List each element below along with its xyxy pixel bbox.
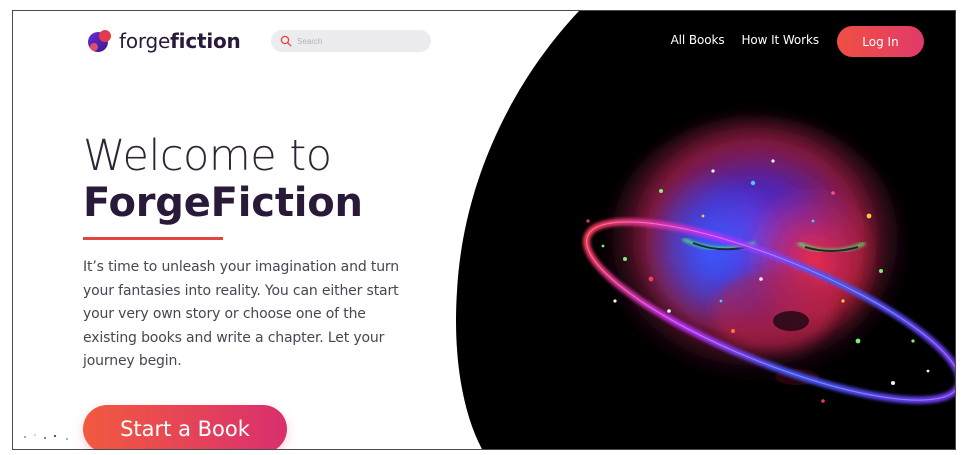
login-button[interactable]: Log In (837, 26, 924, 57)
hero-title-line1: Welcome to (83, 131, 332, 181)
brand-name-bold: fiction (170, 29, 241, 53)
hero-description: It’s time to unleash your imagination an… (83, 259, 400, 369)
decorative-dots (24, 434, 68, 440)
dark-backdrop (456, 11, 955, 449)
brand-logo[interactable]: forgefiction (85, 27, 241, 55)
hero-title-line2: ForgeFiction (83, 180, 363, 226)
planet-logo-icon (88, 30, 111, 52)
page-frame: forgefiction All Books How It Works Log … (12, 10, 956, 450)
main-nav: All Books How It Works (671, 33, 820, 47)
start-book-button[interactable]: Start a Book (83, 405, 287, 449)
nav-all-books[interactable]: All Books (671, 33, 725, 47)
search-input[interactable] (297, 36, 417, 46)
brand-name-light: forge (119, 29, 171, 53)
title-underline (83, 237, 223, 240)
hero-image (456, 11, 955, 449)
nav-how-it-works[interactable]: How It Works (742, 33, 820, 47)
search-bar[interactable] (271, 30, 431, 52)
brand-name: forgefiction (119, 29, 241, 53)
search-icon (280, 35, 292, 47)
